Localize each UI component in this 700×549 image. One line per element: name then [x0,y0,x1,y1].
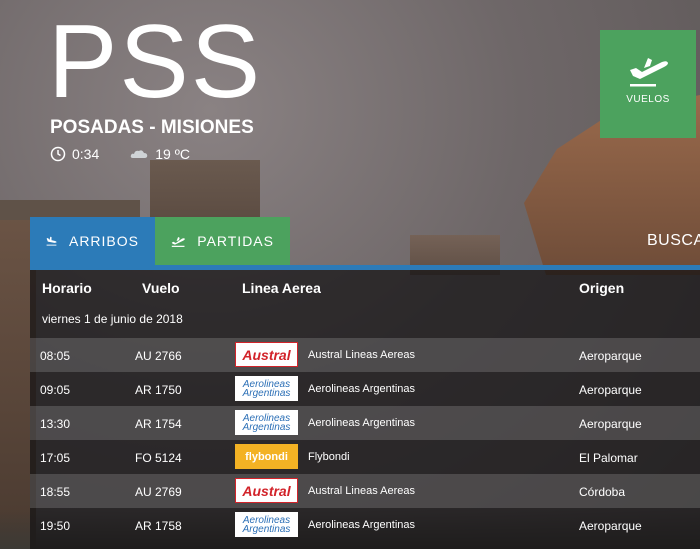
row-origin: Aeroparque [579,519,642,533]
row-origin: Aeroparque [579,417,642,431]
row-time: 09:05 [40,383,71,397]
header-linea-aerea: Linea Aerea [242,280,321,296]
header-origen: Origen [579,280,625,296]
airport-meta: 0:34 19 ºC [50,146,220,162]
row-time: 18:55 [40,485,71,499]
table-row[interactable]: 18:55 AU 2769 Austral Austral Lineas Aer… [30,474,700,508]
row-time: 08:05 [40,349,71,363]
search-link[interactable]: BUSCA [647,232,700,250]
tab-arribos-label: ARRIBOS [68,233,139,249]
departure-plane-icon [630,58,668,87]
airport-city: POSADAS - MISIONES [50,117,254,138]
row-airline: Aerolineas Argentinas [308,519,416,531]
row-origin: Aeroparque [579,349,642,363]
row-flight: AR 1758 [135,519,182,533]
tab-partidas-label: PARTIDAS [197,233,274,249]
header-horario: Horario [42,280,92,296]
cloud-icon [131,150,148,158]
aerolineas-logo: Aerolineas Argentinas [235,512,298,537]
row-airline: Austral Lineas Aereas [308,349,416,361]
arrival-plane-icon [46,236,57,246]
row-time: 19:50 [40,519,71,533]
row-flight: AU 2766 [135,349,182,363]
departure-plane-icon [171,237,185,247]
austral-logo: Austral [235,478,298,503]
table-row[interactable]: 13:30 AR 1754 Aerolineas Argentinas Aero… [30,406,700,440]
row-flight: AR 1750 [135,383,182,397]
austral-logo: Austral [235,342,298,367]
vuelos-button[interactable]: VUELOS [600,30,696,138]
time-value: 0:34 [72,146,100,162]
row-origin: El Palomar [579,451,638,465]
row-airline: Aerolineas Argentinas [308,383,416,395]
date-label: viernes 1 de junio de 2018 [42,312,183,326]
weather: 19 ºC [129,146,190,162]
clock-icon [50,146,66,162]
row-flight: AU 2769 [135,485,182,499]
flights-table: Horario Vuelo Linea Aerea Origen viernes… [30,270,700,549]
row-origin: Córdoba [579,485,626,499]
table-header: Horario Vuelo Linea Aerea Origen [30,270,700,304]
table-row[interactable]: 09:05 AR 1750 Aerolineas Argentinas Aero… [30,372,700,406]
row-time: 17:05 [40,451,71,465]
row-airline: Austral Lineas Aereas [308,485,416,497]
row-airline: Aerolineas Argentinas [308,417,416,429]
tab-partidas[interactable]: PARTIDAS [155,217,290,265]
header-vuelo: Vuelo [142,280,180,296]
flight-tabs: ARRIBOS PARTIDAS [30,217,290,265]
flybondi-logo: flybondi [235,444,298,469]
row-time: 13:30 [40,417,71,431]
table-row[interactable]: 17:05 FO 5124 flybondi Flybondi El Palom… [30,440,700,474]
table-row[interactable]: 08:05 AU 2766 Austral Austral Lineas Aer… [30,338,700,372]
local-time: 0:34 [50,146,99,162]
vuelos-label: VUELOS [626,94,670,105]
row-origin: Aeroparque [579,383,642,397]
table-row[interactable]: 19:50 AR 1758 Aerolineas Argentinas Aero… [30,508,700,542]
temperature-value: 19 ºC [155,146,190,162]
tab-arribos[interactable]: ARRIBOS [30,217,155,265]
aerolineas-logo: Aerolineas Argentinas [235,410,298,435]
row-flight: FO 5124 [135,451,182,465]
aerolineas-logo: Aerolineas Argentinas [235,376,298,401]
date-row: viernes 1 de junio de 2018 [30,304,700,338]
row-flight: AR 1754 [135,417,182,431]
airport-code: PSS [48,4,263,120]
row-airline: Flybondi [308,451,350,463]
